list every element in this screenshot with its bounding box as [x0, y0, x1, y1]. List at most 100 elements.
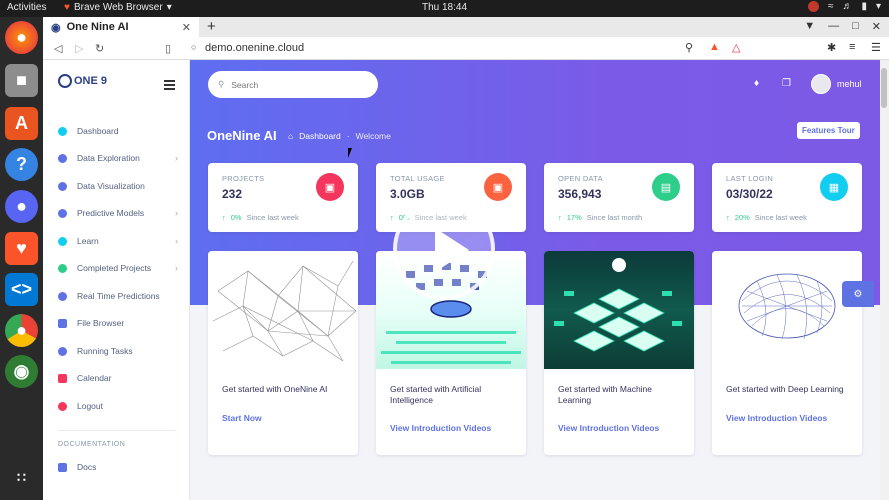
stat-label: PROJECTS [222, 174, 265, 183]
breadcrumb-dashboard[interactable]: Dashboard [299, 131, 341, 141]
sidebar-item-calendar[interactable]: Calendar [58, 369, 178, 387]
forward-icon[interactable]: ▷ [75, 42, 83, 55]
logout-icon [58, 401, 67, 411]
sidebar: ONE 9 Dashboard Data Exploration › Data V… [43, 60, 190, 500]
close-tab-icon[interactable]: ✕ [182, 21, 191, 34]
camera-app-icon[interactable]: ◉ [5, 355, 38, 388]
intro-videos-link[interactable]: View Introduction Videos [390, 423, 491, 433]
intro-videos-link[interactable]: View Introduction Videos [558, 423, 659, 433]
stat-period: Since last month [586, 213, 643, 222]
reload-icon[interactable]: ↻ [95, 42, 104, 55]
briefcase-icon: ▣ [316, 173, 344, 201]
brave-icon[interactable]: ♥ [5, 232, 38, 265]
minimize-icon[interactable]: — [828, 20, 839, 33]
avatar [811, 74, 831, 94]
files-icon[interactable]: ■ [5, 64, 38, 97]
stat-footer: ↑ 20% Since last week [726, 213, 807, 222]
sidebar-item-real-time-predictions[interactable]: Real Time Predictions [58, 287, 178, 305]
scrollbar[interactable] [880, 60, 889, 500]
intro-videos-link[interactable]: View Introduction Videos [726, 413, 827, 423]
firefox-icon[interactable]: ● [5, 21, 38, 54]
tab-one-nine-ai[interactable]: ◉ One Nine AI ✕ [43, 17, 199, 37]
sidebar-item-label: Predictive Models [77, 208, 145, 218]
url-field[interactable]: demo.onenine.cloud [205, 42, 304, 54]
sidebar-item-label: Running Tasks [77, 346, 133, 356]
sidebar-item-dashboard[interactable]: Dashboard [58, 122, 178, 140]
stat-period: Since last week [246, 213, 299, 222]
stat-card-open-data: OPEN DATA 356,943 ▤ ↑ 17% Since last month [544, 163, 694, 232]
compass-icon [58, 153, 67, 163]
brave-rewards-icon[interactable]: △ [732, 41, 740, 54]
volume-icon: ♬ [842, 1, 853, 12]
sidebar-item-label: Docs [77, 462, 97, 472]
close-window-icon[interactable]: ✕ [872, 20, 881, 33]
user-name: mehul [837, 79, 862, 89]
user-menu[interactable]: mehul [811, 74, 862, 94]
model-icon [58, 208, 67, 218]
zoom-icon[interactable]: ⚲ [685, 41, 693, 54]
breadcrumb-separator: · [346, 131, 350, 141]
app-menu[interactable]: ♥ Brave Web Browser ▾ [64, 2, 172, 13]
play-video-button[interactable] [393, 198, 495, 300]
home-icon[interactable]: ⌂ [288, 131, 293, 141]
docs-icon [58, 462, 67, 472]
bell-icon[interactable]: ♦ [754, 78, 759, 89]
stat-change: 0% [230, 213, 242, 222]
vscode-icon[interactable]: <> [5, 273, 38, 306]
new-tab-button[interactable]: + [207, 18, 216, 35]
system-tray[interactable]: ≈ ♬ ▮ ▾ [807, 1, 881, 12]
chevron-right-icon: › [175, 263, 178, 273]
brave-shields-icon[interactable]: ▲ [709, 41, 720, 53]
logo-mark-icon [58, 74, 72, 88]
scrollbar-thumb[interactable] [881, 68, 887, 108]
brave-icon: ♥ [64, 2, 70, 13]
stat-card-projects: PROJECTS 232 ▣ ↑ 0% Since last week [208, 163, 358, 232]
features-tour-button[interactable]: Features Tour [797, 122, 860, 139]
sidebar-item-data-exploration[interactable]: Data Exploration › [58, 149, 178, 167]
sidebar-item-docs[interactable]: Docs [58, 458, 178, 476]
help-icon[interactable]: ? [5, 148, 38, 181]
address-bar-row: ◁ ▷ ↻ ▯ ○ demo.onenine.cloud ⚲ ▲ △ ✱ ≡ ☰ [43, 37, 889, 60]
sidebar-item-running-tasks[interactable]: Running Tasks [58, 342, 178, 360]
chevron-right-icon: › [175, 236, 178, 246]
feature-title: Get started with Machine Learning [558, 384, 653, 405]
grid-icon[interactable]: ❐ [782, 78, 791, 89]
chart-icon [58, 181, 67, 191]
tasks-icon [58, 346, 67, 356]
activities-button[interactable]: Activities [7, 2, 46, 13]
settings-gear-button[interactable]: ⚙ [842, 281, 874, 307]
bookmark-icon[interactable]: ▯ [165, 42, 171, 55]
extensions-icon[interactable]: ✱ [827, 41, 836, 54]
search-input[interactable] [231, 79, 352, 90]
app-grid-icon[interactable]: ∷ [5, 461, 38, 494]
menu-icon[interactable]: ☰ [871, 41, 881, 54]
sidebar-item-completed-projects[interactable]: Completed Projects › [58, 259, 178, 277]
stat-value: 03/30/22 [726, 187, 773, 201]
calendar-icon: ▦ [820, 173, 848, 201]
discord-icon[interactable]: ● [5, 190, 38, 223]
page-title: OneNine AI [207, 128, 277, 143]
chrome-icon[interactable]: ● [5, 314, 38, 347]
sidebar-item-file-browser[interactable]: File Browser [58, 314, 178, 332]
search-box[interactable]: ⚲ [208, 71, 378, 98]
stat-card-last-login: LAST LOGIN 03/30/22 ▦ ↑ 20% Since last wee… [712, 163, 862, 232]
software-center-icon[interactable]: A [5, 107, 38, 140]
sidebar-item-label: Data Exploration [77, 153, 140, 163]
breadcrumb: ⌂ Dashboard · Welcome [288, 131, 391, 141]
folder-icon [58, 318, 67, 328]
tab-search-icon[interactable]: ▼ [804, 20, 815, 33]
chevron-down-icon: ▾ [875, 1, 881, 12]
sidebar-item-learn[interactable]: Learn › [58, 232, 178, 250]
hamburger-icon[interactable] [164, 80, 175, 92]
caret-down-icon: ▾ [166, 2, 172, 13]
favicon-icon: ◉ [51, 21, 61, 34]
playlist-icon[interactable]: ≡ [849, 41, 855, 53]
start-now-link[interactable]: Start Now [222, 413, 262, 423]
sidebar-item-data-visualization[interactable]: Data Visualization [58, 177, 178, 195]
back-icon[interactable]: ◁ [54, 42, 62, 55]
logo[interactable]: ONE 9 [58, 74, 107, 88]
sidebar-item-logout[interactable]: Logout [58, 397, 178, 415]
sidebar-item-predictive-models[interactable]: Predictive Models › [58, 204, 178, 222]
maximize-icon[interactable]: □ [852, 20, 859, 33]
divider [58, 430, 175, 431]
